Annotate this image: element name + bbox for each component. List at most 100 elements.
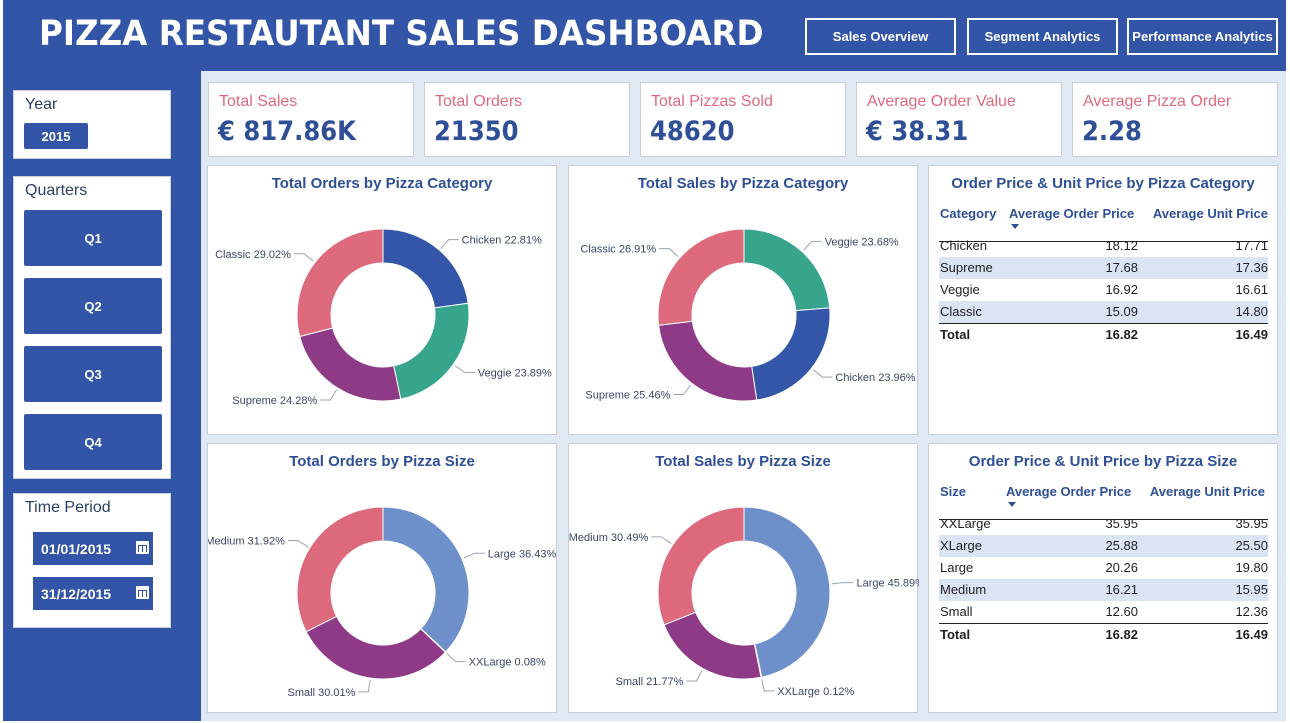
donut-slice-large[interactable] — [382, 506, 470, 653]
start-date-value: 01/01/2015 — [41, 540, 112, 557]
table-cell: 17.71 — [1235, 238, 1268, 253]
donut-data-label: Chicken 23.96% — [835, 372, 915, 384]
table-cell: 25.88 — [1105, 538, 1138, 553]
donut-chart: Large 45.89% XXLarge 0.12% Small 21.77% Med… — [569, 506, 919, 698]
table-cell: 16.82 — [1105, 627, 1138, 642]
kpi-label: Average Pizza Order — [1083, 93, 1232, 110]
time-period-slicer: Time Period 01/01/2015 31/12/2015 — [13, 493, 171, 628]
data-table: Size Average Order Price Average Unit Pr… — [939, 484, 1268, 704]
year-chip-2015[interactable]: 2015 — [24, 123, 88, 149]
label-leader-line — [803, 240, 822, 251]
donut-slice-classic[interactable] — [657, 228, 745, 326]
donut-chart: Chicken 22.81% Veggie 23.89% Supreme 24.28… — [215, 228, 552, 407]
table-cell: 35.95 — [1105, 516, 1138, 531]
donut-slice-chicken[interactable] — [751, 307, 831, 401]
table-row: Small 12.60 12.36 — [939, 601, 1268, 623]
table-cell: 14.80 — [1235, 304, 1268, 319]
kpi-value: 21350 — [434, 116, 519, 147]
donut-slice-chicken[interactable] — [382, 228, 469, 309]
table-cell: 12.36 — [1235, 604, 1268, 619]
segment-analytics-button[interactable]: Segment Analytics — [967, 18, 1118, 55]
kpi-value: € 38.31 — [866, 116, 969, 147]
table-row: XXLarge 35.95 35.95 — [939, 513, 1268, 535]
table-row: Veggie 16.92 16.61 — [939, 279, 1268, 301]
donut-data-label: Chicken 22.81% — [462, 235, 542, 247]
table-cell: Medium — [940, 582, 987, 597]
donut-slice-classic[interactable] — [296, 228, 384, 338]
kpi-value: € 817.86K — [218, 116, 356, 147]
donut-data-label: Veggie 23.89% — [478, 368, 552, 380]
column-header[interactable]: Category — [940, 206, 996, 221]
donut-data-label: Medium 31.92% — [208, 536, 285, 548]
label-leader-line — [287, 540, 309, 548]
chart-orders-by-size: Total Orders by Pizza Size Large 36.43% X… — [207, 443, 557, 713]
label-leader-line — [440, 239, 459, 249]
donut-slice-veggie[interactable] — [393, 302, 470, 400]
column-header[interactable]: Size — [940, 484, 966, 499]
quarter-q2-button[interactable]: Q2 — [24, 278, 162, 334]
quarter-q3-button[interactable]: Q3 — [24, 346, 162, 402]
table-total-row: Total 16.82 16.49 — [939, 323, 1268, 345]
table-row: Supreme 17.68 17.36 — [939, 257, 1268, 279]
table-price-by-category: Order Price & Unit Price by Pizza Catego… — [928, 165, 1278, 435]
donut-slice-medium[interactable] — [657, 506, 745, 626]
table-cell: Supreme — [940, 260, 993, 275]
donut-data-label: Medium 30.49% — [569, 532, 648, 544]
kpi-label: Average Order Value — [867, 93, 1016, 110]
calendar-icon[interactable] — [136, 586, 149, 599]
table-cell: 17.68 — [1105, 260, 1138, 275]
label-leader-line — [454, 365, 475, 374]
start-date-input[interactable]: 01/01/2015 — [33, 532, 153, 565]
column-header[interactable]: Average Order Price — [1006, 484, 1131, 499]
donut-data-label: XXLarge 0.12% — [777, 686, 854, 698]
end-date-input[interactable]: 31/12/2015 — [33, 577, 153, 610]
donut-slice-supreme[interactable] — [299, 327, 402, 402]
label-leader-line — [831, 582, 854, 585]
table-cell: 17.36 — [1235, 260, 1268, 275]
table-cell: Classic — [940, 304, 982, 319]
quarters-slicer-title: Quarters — [25, 182, 88, 199]
quarter-q4-button[interactable]: Q4 — [24, 414, 162, 470]
performance-analytics-button[interactable]: Performance Analytics — [1127, 18, 1278, 55]
table-cell: 20.26 — [1105, 560, 1138, 575]
year-slicer-title: Year — [25, 96, 58, 113]
table-cell: Veggie — [940, 282, 980, 297]
kpi-card-total-sales: Total Sales € 817.86K — [208, 82, 414, 157]
donut-data-label: Veggie 23.68% — [825, 236, 899, 248]
table-price-by-size: Order Price & Unit Price by Pizza Size S… — [928, 443, 1278, 713]
table-cell: 19.80 — [1235, 560, 1268, 575]
table-cell: 25.50 — [1235, 538, 1268, 553]
table-cell: 16.21 — [1105, 582, 1138, 597]
data-table: Category Average Order Price Average Uni… — [939, 206, 1268, 426]
sort-desc-icon[interactable] — [1008, 502, 1016, 507]
donut-slice-small[interactable] — [663, 611, 762, 680]
donut-slice-supreme[interactable] — [658, 320, 758, 402]
donut-data-label: Small 30.01% — [288, 687, 356, 699]
label-leader-line — [293, 253, 314, 262]
table-cell: 16.61 — [1235, 282, 1268, 297]
table-cell: 16.92 — [1105, 282, 1138, 297]
header-bar: PIZZA RESTAUTANT SALES DASHBOARD Sales O… — [3, 0, 1286, 71]
sales-overview-button[interactable]: Sales Overview — [805, 18, 956, 55]
table-row: XLarge 25.88 25.50 — [939, 535, 1268, 557]
table-title: Order Price & Unit Price by Pizza Size — [968, 453, 1238, 470]
column-header[interactable]: Average Unit Price — [1153, 206, 1268, 221]
table-title: Order Price & Unit Price by Pizza Catego… — [951, 175, 1255, 192]
time-period-title: Time Period — [25, 499, 111, 516]
sort-desc-icon[interactable] — [1011, 224, 1019, 229]
column-header[interactable]: Average Unit Price — [1150, 484, 1265, 499]
donut-slice-medium[interactable] — [296, 506, 384, 633]
calendar-icon[interactable] — [136, 541, 149, 554]
table-row: Classic 15.09 14.80 — [939, 301, 1268, 323]
table-cell: Total — [940, 627, 971, 642]
donut-slice-large[interactable] — [743, 506, 831, 678]
kpi-card-total-orders: Total Orders 21350 — [424, 82, 630, 157]
kpi-card-average-order-value: Average Order Value € 38.31 — [856, 82, 1062, 157]
column-header[interactable]: Average Order Price — [1009, 206, 1134, 221]
donut-data-label: Classic 26.91% — [580, 244, 656, 256]
table-cell: XXLarge — [940, 516, 991, 531]
quarter-q1-button[interactable]: Q1 — [24, 210, 162, 266]
chart-sales-by-category: Total Sales by Pizza Category Veggie 23.… — [568, 165, 918, 435]
year-slicer: Year 2015 — [13, 90, 171, 159]
label-leader-line — [463, 552, 485, 559]
